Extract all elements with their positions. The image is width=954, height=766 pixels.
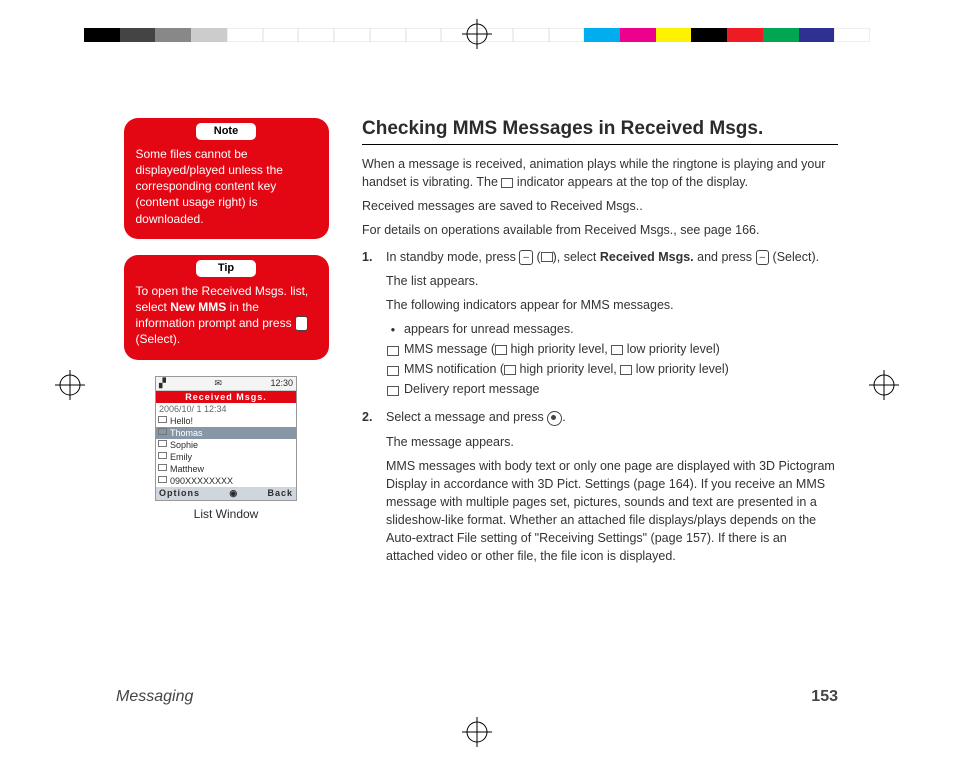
phone-list-row: Matthew (156, 463, 296, 475)
mms-notification-icon (386, 361, 400, 379)
mail-envelope-icon (158, 416, 167, 423)
signal-icon: ▞ (159, 378, 166, 389)
phone-title: Received Msgs. (156, 391, 296, 403)
phone-mockup: ▞✉12:30 Received Msgs. 2006/10/ 1 12:34 … (155, 376, 297, 521)
mail-envelope-icon: ✉ (214, 378, 222, 389)
center-key-icon (547, 411, 562, 426)
mail-envelope-icon (158, 428, 167, 435)
softkey-left: Options (159, 488, 200, 499)
step-number: 2. (362, 408, 372, 426)
step-text: In standby mode, press – (), select Rece… (386, 248, 838, 266)
tip-callout: Tip To open the Received Msgs. list, sel… (124, 255, 329, 360)
softkey-right: Back (267, 488, 293, 499)
mail-envelope-icon (158, 476, 167, 483)
tip-body: To open the Received Msgs. list, select … (136, 283, 317, 348)
step-text: Select a message and press . (386, 408, 838, 426)
phone-status-bar: ▞ ✉ 12:30 (156, 377, 296, 391)
note-body: Some files cannot be displayed/played un… (136, 146, 317, 227)
footer-section: Messaging (116, 688, 193, 706)
high-priority-icon (504, 365, 516, 375)
page-footer: Messaging 153 (116, 688, 838, 706)
main-column: Checking MMS Messages in Received Msgs. … (362, 118, 838, 676)
select-indicator-icon: ◉ (229, 488, 238, 499)
page-content: Note Some files cannot be displayed/play… (116, 118, 838, 676)
indicator-line: Delivery report message (386, 380, 838, 398)
phone-list-row: Emily (156, 451, 296, 463)
low-priority-icon (611, 345, 623, 355)
figure-caption: List Window (155, 507, 297, 521)
note-callout: Note Some files cannot be displayed/play… (124, 118, 329, 239)
paragraph: Received messages are saved to Received … (362, 197, 838, 215)
clock-label: 12:30 (270, 378, 293, 389)
step-list: 1. In standby mode, press – (), select R… (362, 248, 838, 566)
delivery-report-icon (386, 381, 400, 399)
mail-envelope-icon (158, 440, 167, 447)
mail-envelope-icon (158, 452, 167, 459)
low-priority-icon (620, 365, 632, 375)
step-item: 2. Select a message and press . The mess… (362, 408, 838, 565)
phone-meta: 2006/10/ 1 12:34 (156, 403, 296, 415)
mms-message-icon (386, 341, 400, 359)
phone-list: Hello!ThomasSophieEmilyMatthew090XXXXXXX… (156, 415, 296, 487)
tip-header: Tip (196, 260, 256, 277)
phone-list-row: Thomas (156, 427, 296, 439)
indicator-line: •appears for unread messages. (386, 320, 838, 338)
mail-envelope-icon (158, 464, 167, 471)
manual-page: Note Some files cannot be displayed/play… (0, 0, 954, 766)
softkey-icon: – (756, 250, 770, 265)
title-rule (362, 144, 838, 145)
phone-list-row: Hello! (156, 415, 296, 427)
page-number: 153 (811, 688, 838, 706)
step-body: MMS messages with body text or only one … (386, 457, 838, 566)
softkey-icon: – (295, 316, 309, 331)
intro-paragraph: When a message is received, animation pl… (362, 155, 838, 191)
indicator-line: MMS notification ( high priority level, … (386, 360, 838, 378)
unread-dot-icon: • (386, 321, 400, 339)
high-priority-icon (495, 345, 507, 355)
mail-envelope-icon (541, 252, 553, 262)
registration-mark-icon (462, 717, 492, 747)
page-title: Checking MMS Messages in Received Msgs. (362, 118, 838, 140)
phone-list-row: 090XXXXXXXX (156, 475, 296, 487)
registration-mark-icon (55, 370, 85, 400)
phone-list-row: Sophie (156, 439, 296, 451)
registration-mark-icon (869, 370, 899, 400)
step-subtext: The list appears. (386, 272, 838, 290)
registration-mark-icon (462, 19, 492, 49)
phone-softkey-bar: Options ◉ Back (156, 487, 296, 500)
step-item: 1. In standby mode, press – (), select R… (362, 248, 838, 399)
paragraph: For details on operations available from… (362, 221, 838, 239)
note-header: Note (196, 123, 256, 140)
softkey-icon: – (519, 250, 533, 265)
mail-envelope-icon (501, 178, 513, 188)
step-number: 1. (362, 248, 372, 266)
step-subtext: The message appears. (386, 433, 838, 451)
sidebar-column: Note Some files cannot be displayed/play… (116, 118, 336, 676)
step-subtext: The following indicators appear for MMS … (386, 296, 838, 314)
indicator-line: MMS message ( high priority level, low p… (386, 340, 838, 358)
